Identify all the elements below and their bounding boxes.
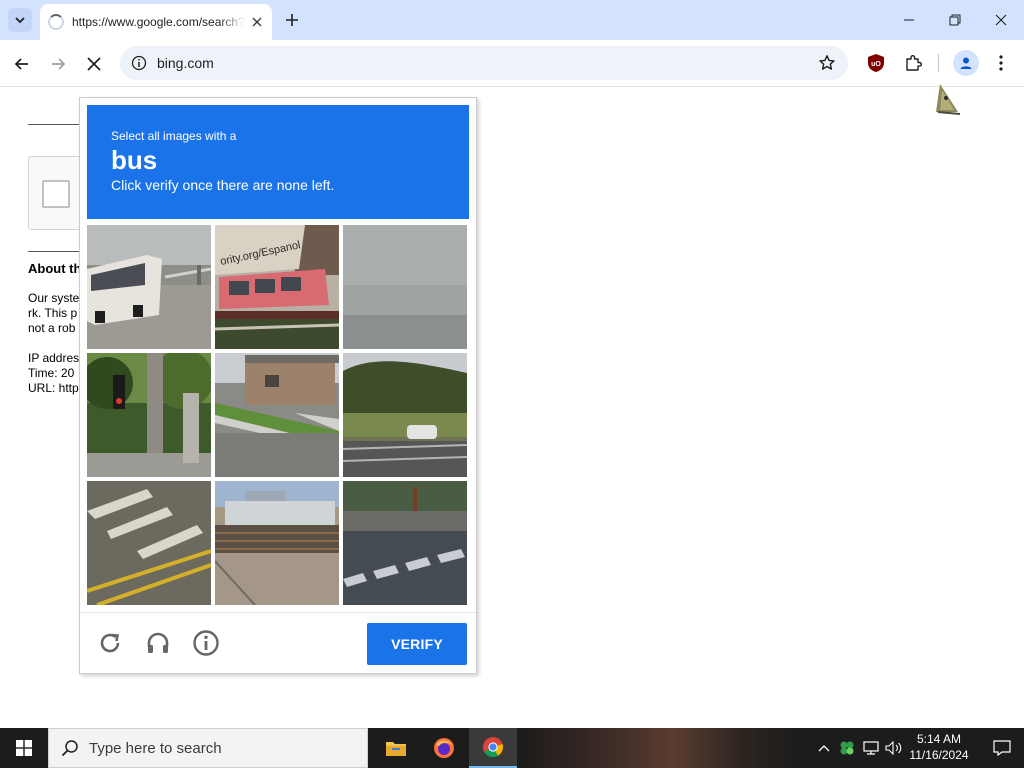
challenge-target: bus <box>111 145 158 175</box>
clover-icon <box>840 741 854 755</box>
recaptcha-checkbox[interactable] <box>42 180 70 208</box>
window-close-button[interactable] <box>978 0 1024 40</box>
refresh-icon <box>100 633 120 653</box>
arrow-right-icon <box>52 58 66 70</box>
verify-button[interactable]: VERIFY <box>367 623 467 665</box>
ublock-extension-icon[interactable]: uO <box>866 53 886 73</box>
browser-tab[interactable]: https://www.google.com/search?q= <box>40 4 272 40</box>
challenge-header: Select all images with a bus Click verif… <box>87 105 469 219</box>
clock-date: 11/16/2024 <box>909 748 969 762</box>
clock-time: 5:14 AM <box>916 732 962 746</box>
chevron-down-icon <box>15 17 25 24</box>
network-icon <box>863 741 879 755</box>
tab-close-button[interactable] <box>249 14 264 30</box>
plus-icon <box>286 14 298 26</box>
image-tile[interactable] <box>343 481 467 605</box>
help-info-button[interactable] <box>192 629 220 657</box>
tab-title: https://www.google.com/search?q= <box>72 15 246 29</box>
browser-menu-button[interactable] <box>990 52 1012 74</box>
image-tile[interactable] <box>215 353 339 477</box>
tab-search-button[interactable] <box>8 8 32 32</box>
network-status-button[interactable] <box>861 738 881 758</box>
arrow-left-icon <box>14 58 28 70</box>
about-text-line: Our syste <box>28 291 80 305</box>
headphones-icon <box>147 632 169 653</box>
image-tile[interactable] <box>87 353 211 477</box>
recaptcha-challenge: Select all images with a bus Click verif… <box>79 97 477 674</box>
close-icon <box>995 14 1007 26</box>
image-tile[interactable] <box>215 481 339 605</box>
volume-button[interactable] <box>884 738 904 758</box>
challenge-footer: VERIFY <box>80 612 476 673</box>
image-grid: ority.org/Espanol <box>87 225 469 607</box>
notification-center-button[interactable] <box>980 728 1024 768</box>
notification-icon <box>993 740 1011 756</box>
taskbar: Type here to search 5:14 AM 11/16/2024 <box>0 728 1024 768</box>
taskbar-firefox[interactable] <box>420 728 468 768</box>
image-tile[interactable] <box>343 353 467 477</box>
url-text[interactable]: bing.com <box>157 55 214 71</box>
site-info-icon[interactable] <box>128 52 150 74</box>
restore-button[interactable] <box>932 0 978 40</box>
taskbar-search-box[interactable]: Type here to search <box>48 728 368 768</box>
about-heading: About th <box>28 261 82 276</box>
challenge-hint: Click verify once there are none left. <box>111 177 335 193</box>
taskbar-search-placeholder: Type here to search <box>89 739 222 757</box>
search-icon <box>61 740 78 757</box>
new-tab-button[interactable] <box>282 10 302 30</box>
reload-challenge-button[interactable] <box>96 629 124 657</box>
challenge-instruction: Select all images with a <box>111 129 237 143</box>
speaker-icon <box>885 741 902 755</box>
bookmark-star-icon[interactable] <box>816 52 838 74</box>
tray-app-icon[interactable] <box>837 738 857 758</box>
more-vert-icon <box>999 55 1003 71</box>
tab-strip: https://www.google.com/search?q= <box>0 0 1024 40</box>
minimize-icon <box>904 19 914 21</box>
time-line: Time: 20 <box>28 366 75 380</box>
windows-logo-icon <box>16 740 32 756</box>
svg-text:uO: uO <box>871 61 881 68</box>
chrome-icon <box>483 737 504 758</box>
address-bar[interactable]: bing.com <box>120 46 848 80</box>
show-hidden-icons-button[interactable] <box>814 738 834 758</box>
taskbar-file-explorer[interactable] <box>372 728 420 768</box>
image-tile[interactable] <box>87 481 211 605</box>
about-text-line: rk. This p <box>28 306 78 320</box>
firefox-icon <box>434 738 454 758</box>
back-button[interactable] <box>8 50 36 78</box>
forward-button[interactable] <box>44 50 72 78</box>
image-tile[interactable] <box>87 225 211 349</box>
chevron-up-icon <box>818 745 830 752</box>
about-text-line: not a rob <box>28 321 76 335</box>
url-line: URL: http <box>28 381 79 395</box>
minimize-button[interactable] <box>886 0 932 40</box>
image-tile[interactable]: ority.org/Espanol <box>215 225 339 349</box>
taskbar-background-art <box>520 728 800 768</box>
browser-toolbar: bing.com uO <box>0 40 1024 87</box>
start-button[interactable] <box>0 728 48 768</box>
close-icon <box>252 17 262 27</box>
profile-avatar-button[interactable] <box>953 50 979 76</box>
folder-icon <box>386 742 406 756</box>
image-tile[interactable] <box>343 225 467 349</box>
ip-address-line: IP addres <box>28 351 80 365</box>
close-icon <box>87 57 101 71</box>
info-icon <box>193 630 219 656</box>
person-icon <box>960 57 972 69</box>
stop-loading-button[interactable] <box>80 50 108 78</box>
audio-challenge-button[interactable] <box>144 629 172 657</box>
restore-icon <box>949 14 961 26</box>
taskbar-chrome[interactable] <box>469 728 517 768</box>
extensions-puzzle-icon[interactable] <box>902 52 924 74</box>
system-clock[interactable]: 5:14 AM 11/16/2024 <box>904 731 974 763</box>
toolbar-separator <box>938 54 939 72</box>
loading-spinner-icon <box>48 14 64 30</box>
